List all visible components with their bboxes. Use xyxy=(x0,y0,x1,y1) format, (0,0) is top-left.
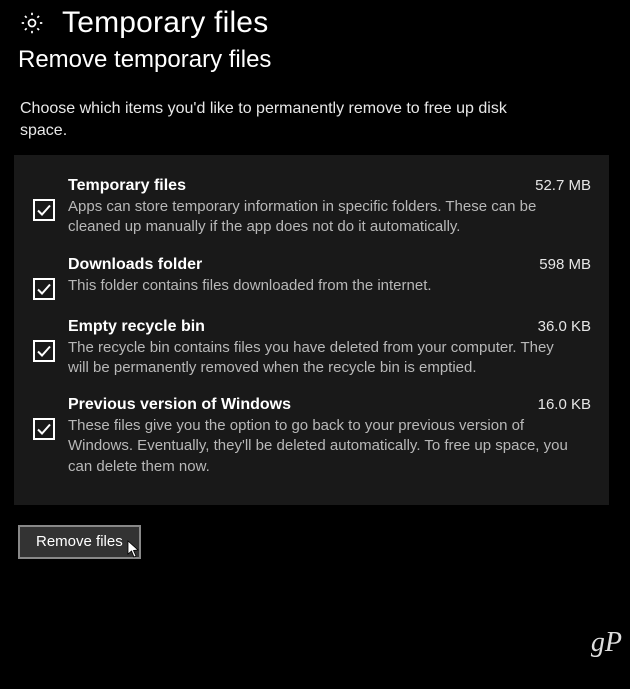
item-desc: Apps can store temporary information in … xyxy=(68,195,568,238)
page-title: Temporary files xyxy=(62,6,268,40)
item-temporary-files: Temporary files 52.7 MB Apps can store t… xyxy=(20,169,595,248)
remove-files-label: Remove files xyxy=(36,533,123,550)
item-empty-recycle-bin: Empty recycle bin 36.0 KB The recycle bi… xyxy=(20,310,595,389)
cursor-icon xyxy=(127,540,141,558)
instructions-text: Choose which items you'd like to permane… xyxy=(0,74,560,155)
watermark: gP xyxy=(591,627,622,659)
checkbox-previous-windows[interactable] xyxy=(33,418,55,440)
remove-files-button[interactable]: Remove files xyxy=(18,525,141,559)
settings-gear-icon xyxy=(18,9,46,37)
item-desc: The recycle bin contains files you have … xyxy=(68,336,568,379)
checkbox-empty-recycle-bin[interactable] xyxy=(33,340,55,362)
checkbox-temporary-files[interactable] xyxy=(33,199,55,221)
item-size: 52.7 MB xyxy=(535,177,591,194)
checkbox-downloads-folder[interactable] xyxy=(33,278,55,300)
items-panel: Temporary files 52.7 MB Apps can store t… xyxy=(14,155,609,505)
item-title: Empty recycle bin xyxy=(68,318,205,336)
item-size: 36.0 KB xyxy=(538,318,591,335)
item-desc: These files give you the option to go ba… xyxy=(68,414,568,477)
item-title: Downloads folder xyxy=(68,256,202,274)
page-subtitle: Remove temporary files xyxy=(0,40,630,74)
item-title: Previous version of Windows xyxy=(68,396,291,414)
item-title: Temporary files xyxy=(68,177,186,195)
item-previous-windows: Previous version of Windows 16.0 KB Thes… xyxy=(20,388,595,487)
item-size: 16.0 KB xyxy=(538,396,591,413)
item-downloads-folder: Downloads folder 598 MB This folder cont… xyxy=(20,248,595,310)
item-desc: This folder contains files downloaded fr… xyxy=(68,274,568,296)
item-size: 598 MB xyxy=(539,256,591,273)
